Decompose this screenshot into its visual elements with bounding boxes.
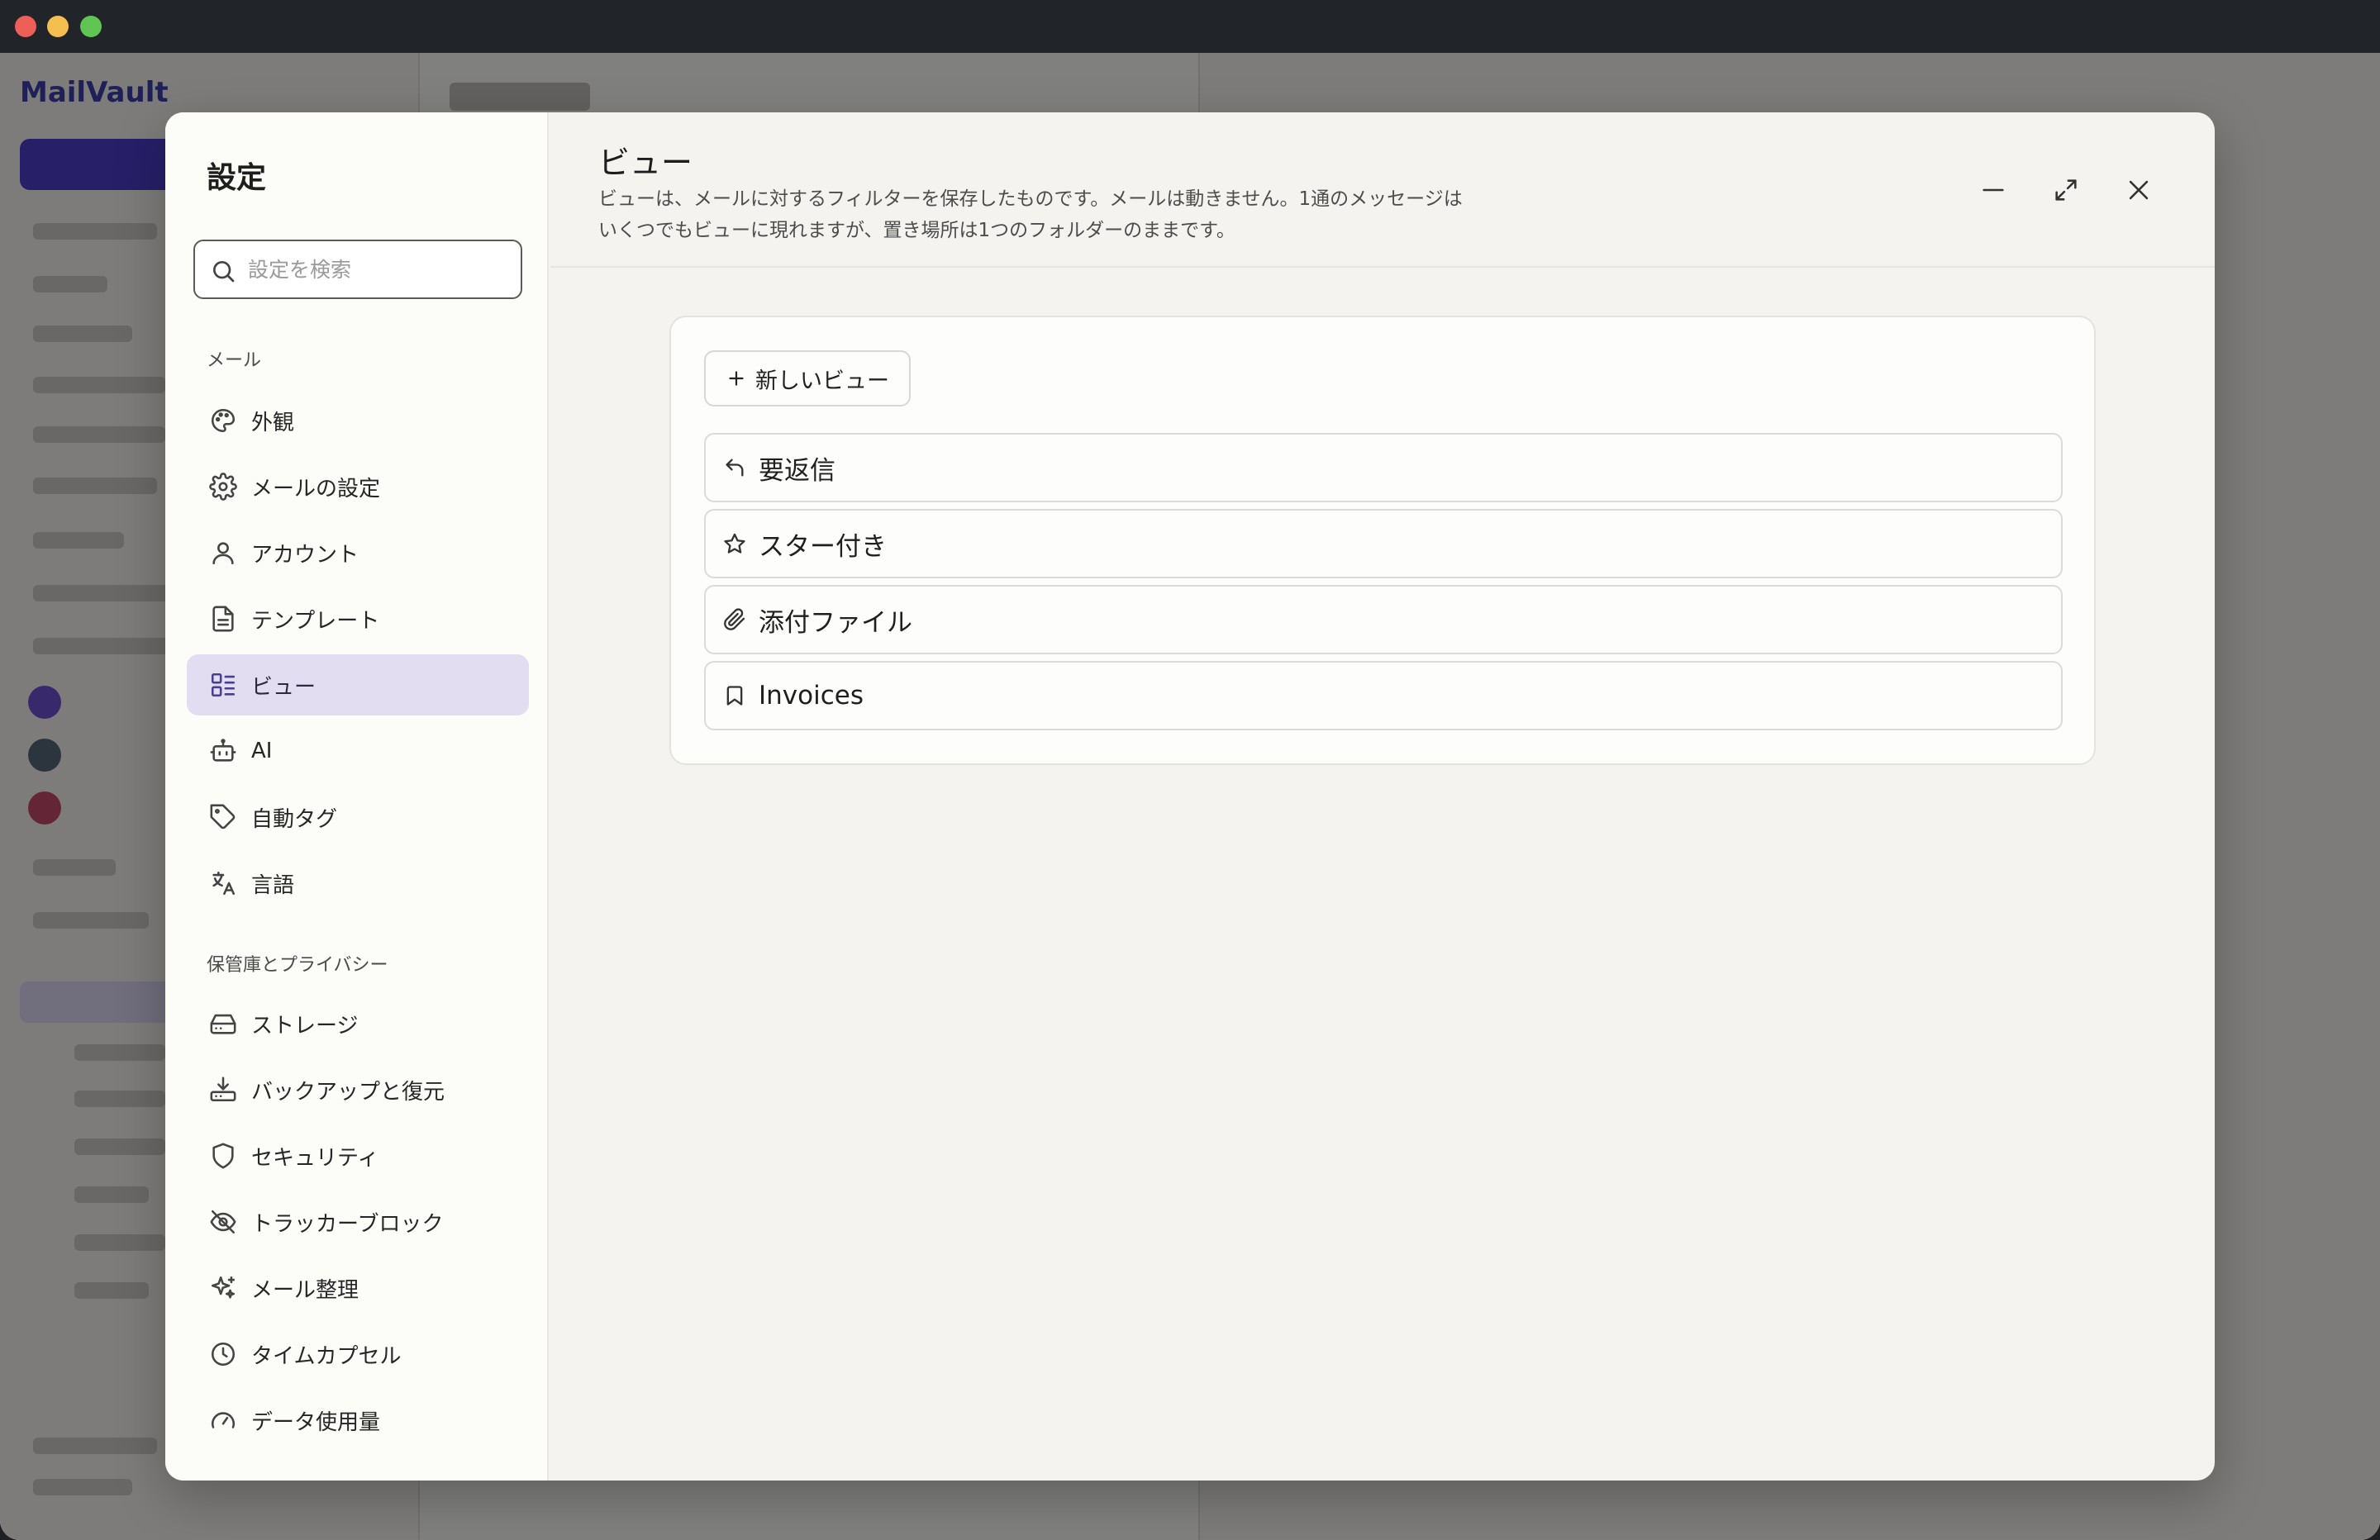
nav-item-mail-cleanup[interactable]: メール整理: [187, 1257, 529, 1319]
settings-title: 設定: [207, 161, 267, 195]
expand-icon: [2055, 179, 2077, 201]
nav-item-ai[interactable]: AI: [187, 720, 529, 782]
nav-item-auto-tags[interactable]: 自動タグ: [187, 787, 529, 848]
page-description: ビューは、メールに対するフィルターを保存したものです。メールは動きません。1通の…: [598, 183, 1590, 246]
section-label-vault-privacy: 保管庫とプライバシー: [207, 955, 388, 976]
settings-sidebar: 設定 メール 外観 メールの設定 アカウント: [165, 112, 549, 1481]
close-button[interactable]: [2116, 167, 2162, 213]
nav-label: AI: [251, 739, 273, 763]
window-close-button[interactable]: [15, 16, 36, 37]
nav-label: 外観: [251, 410, 295, 435]
expand-button[interactable]: [2043, 167, 2089, 213]
nav-label: ストレージ: [251, 1013, 359, 1039]
nav-label: 言語: [251, 872, 295, 898]
nav-item-appearance[interactable]: 外観: [187, 390, 529, 451]
window-titlebar: [0, 0, 2380, 53]
nav-label: データ使用量: [251, 1409, 381, 1435]
nav-label: バックアップと復元: [251, 1079, 445, 1105]
nav-item-tracker-block[interactable]: トラッカーブロック: [187, 1191, 529, 1252]
palette-icon: [207, 404, 240, 437]
bot-icon: [207, 734, 240, 768]
new-view-label: 新しいビュー: [755, 368, 889, 394]
view-row-invoices[interactable]: Invoices: [704, 661, 2063, 730]
settings-search-input[interactable]: [246, 253, 511, 286]
settings-search[interactable]: [193, 240, 522, 299]
minus-icon: [1983, 188, 2004, 192]
nav-label: メール整理: [251, 1277, 359, 1303]
nav-item-account[interactable]: アカウント: [187, 522, 529, 583]
gear-icon: [207, 470, 240, 503]
user-icon: [207, 536, 240, 569]
sparkles-icon: [207, 1271, 240, 1305]
nav-item-language[interactable]: 言語: [187, 853, 529, 914]
translate-icon: [207, 867, 240, 900]
nav-item-backup-restore[interactable]: バックアップと復元: [187, 1059, 529, 1120]
nav-item-mail-settings[interactable]: メールの設定: [187, 456, 529, 517]
page-description-line: ビューは、メールに対するフィルターを保存したものです。メールは動きません。1通の…: [598, 188, 1463, 210]
nav-label: 自動タグ: [251, 806, 338, 832]
layout-grid-icon: [207, 668, 240, 701]
view-row-attachments[interactable]: 添付ファイル: [704, 585, 2063, 654]
nav-label: テンプレート: [251, 608, 380, 634]
tag-icon: [207, 801, 240, 834]
nav-item-time-capsule[interactable]: タイムカプセル: [187, 1324, 529, 1385]
shield-icon: [207, 1139, 240, 1172]
page-title: ビュー: [598, 145, 693, 181]
view-label: 添付ファイル: [759, 607, 912, 638]
reply-icon: [722, 455, 747, 480]
search-icon: [213, 261, 235, 283]
view-label: 要返信: [759, 455, 835, 486]
bookmark-icon: [722, 683, 747, 708]
hard-drive-icon: [207, 1007, 240, 1040]
nav-item-views[interactable]: ビュー: [187, 654, 529, 715]
nav-item-security[interactable]: セキュリティ: [187, 1125, 529, 1186]
new-view-button[interactable]: 新しいビュー: [704, 350, 911, 406]
nav-item-storage[interactable]: ストレージ: [187, 993, 529, 1054]
close-icon: [2129, 180, 2149, 200]
gauge-icon: [207, 1404, 240, 1437]
view-label: Invoices: [759, 681, 864, 711]
eye-off-icon: [207, 1205, 240, 1238]
nav-item-templates[interactable]: テンプレート: [187, 588, 529, 649]
settings-modal: 設定 メール 外観 メールの設定 アカウント: [165, 112, 2215, 1481]
nav-item-data-usage[interactable]: データ使用量: [187, 1390, 529, 1451]
paperclip-icon: [722, 607, 747, 632]
settings-page-header: ビュー ビューは、メールに対するフィルターを保存したものです。メールは動きません…: [550, 112, 2215, 268]
nav-label: メールの設定: [251, 476, 381, 501]
download-archive-icon: [207, 1073, 240, 1106]
page-description-line: いくつでもビューに現れますが、置き場所は1つのフォルダーのままです。: [598, 220, 1235, 241]
view-row-needs-reply[interactable]: 要返信: [704, 433, 2063, 502]
window-zoom-button[interactable]: [80, 16, 102, 37]
nav-label: タイムカプセル: [251, 1343, 402, 1369]
nav-label: ビュー: [251, 674, 317, 700]
views-card: 新しいビュー 要返信 スター付き 添付ファイル Invoices: [669, 316, 2096, 765]
plus-icon: [729, 371, 744, 386]
clock-icon: [207, 1338, 240, 1371]
minimize-button[interactable]: [1970, 167, 2016, 213]
window-minimize-button[interactable]: [47, 16, 69, 37]
nav-label: トラッカーブロック: [251, 1211, 444, 1237]
view-label: スター付き: [759, 531, 887, 562]
section-label-mail: メール: [207, 350, 262, 371]
nav-label: セキュリティ: [251, 1145, 379, 1171]
nav-label: アカウント: [251, 542, 359, 568]
star-icon: [722, 531, 747, 556]
document-icon: [207, 602, 240, 635]
view-row-starred[interactable]: スター付き: [704, 509, 2063, 578]
